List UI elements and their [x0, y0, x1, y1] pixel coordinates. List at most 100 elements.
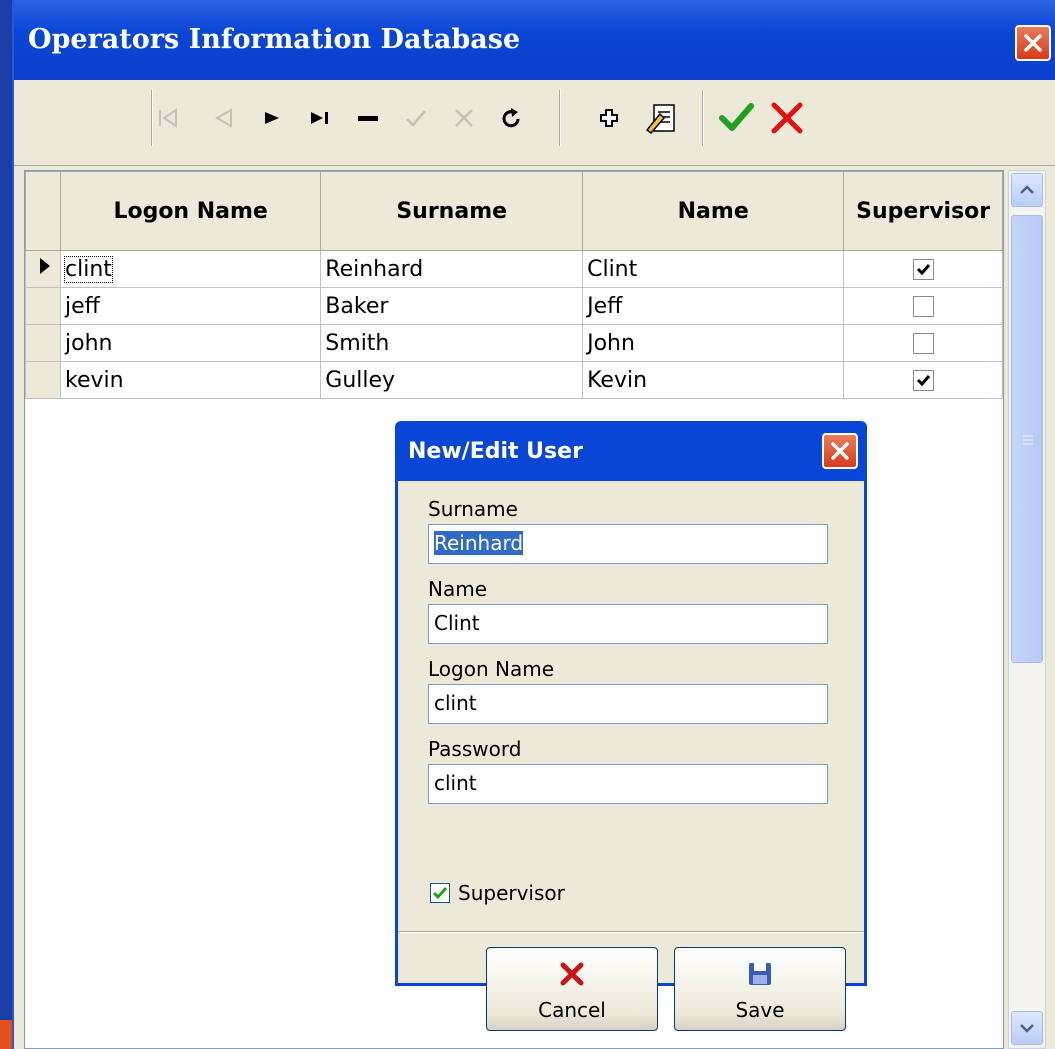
dialog-titlebar[interactable]: New/Edit User — [398, 421, 864, 481]
cell-name[interactable]: Kevin — [582, 361, 845, 399]
current-row-arrow-icon — [40, 258, 50, 274]
cancel-dialog-button[interactable]: Cancel — [486, 947, 658, 1031]
navigator-toolbar — [14, 80, 1055, 166]
floppy-disk-icon — [749, 963, 771, 985]
check-icon — [916, 375, 930, 387]
check-icon — [432, 887, 448, 900]
close-icon — [1024, 34, 1042, 52]
save-icon-wrap — [675, 960, 845, 988]
cell-supervisor[interactable] — [843, 250, 1003, 288]
column-header-supervisor[interactable]: Supervisor — [843, 171, 1003, 251]
window-close-button[interactable] — [1015, 25, 1051, 61]
cell-logon-name[interactable]: clint — [59, 250, 322, 288]
cell-logon-name[interactable]: jeff — [59, 287, 322, 325]
cell-surname[interactable]: Smith — [320, 324, 584, 362]
insert-record-button[interactable] — [589, 98, 629, 138]
window-titlebar[interactable]: Operators Information Database — [14, 0, 1055, 80]
cancel-label: Cancel — [538, 998, 606, 1022]
name-input[interactable]: Clint — [428, 604, 828, 644]
cell-name[interactable]: Jeff — [582, 287, 845, 325]
cell-supervisor[interactable] — [843, 361, 1003, 399]
cell-text: clint — [64, 255, 113, 283]
cancel-button[interactable] — [767, 98, 807, 138]
prior-record-button[interactable] — [204, 98, 244, 138]
supervisor-checkbox[interactable] — [912, 370, 934, 391]
grid-header-row: Logon Name Surname Name Supervisor — [25, 171, 1003, 251]
refresh-button[interactable] — [492, 98, 532, 138]
password-input[interactable]: clint — [428, 764, 828, 804]
save-label: Save — [735, 998, 785, 1022]
cell-surname[interactable]: Baker — [320, 287, 584, 325]
supervisor-checkbox-label[interactable]: Supervisor — [458, 881, 565, 905]
first-record-button[interactable] — [149, 98, 189, 138]
last-record-icon — [311, 112, 328, 124]
x-disabled-icon — [455, 109, 473, 127]
supervisor-checkbox[interactable] — [912, 333, 934, 354]
minus-icon — [358, 116, 378, 121]
column-header-name[interactable]: Name — [582, 171, 845, 251]
table-row[interactable]: jeff Baker Jeff — [25, 287, 1003, 325]
confirm-button[interactable] — [716, 98, 756, 138]
plus-icon — [600, 109, 618, 127]
surname-label: Surname — [428, 497, 518, 521]
cell-surname[interactable]: Gulley — [320, 361, 584, 399]
dialog-close-button[interactable] — [822, 433, 858, 469]
row-indicator[interactable] — [25, 287, 61, 325]
cancel-icon-wrap — [487, 960, 657, 988]
supervisor-checkbox[interactable] — [430, 883, 450, 903]
name-label: Name — [428, 577, 488, 601]
edit-document-icon — [645, 104, 675, 135]
table-row[interactable]: john Smith John — [25, 324, 1003, 362]
table-row[interactable]: clint Reinhard Clint — [25, 250, 1003, 288]
prior-record-icon — [214, 108, 232, 128]
post-edit-button[interactable] — [396, 98, 436, 138]
edit-record-button[interactable] — [642, 98, 682, 138]
column-header-logon-name[interactable]: Logon Name — [59, 171, 322, 251]
cell-name[interactable]: Clint — [582, 250, 845, 288]
red-x-icon — [771, 102, 803, 134]
window-title: Operators Information Database — [28, 24, 521, 55]
supervisor-checkbox[interactable] — [912, 296, 934, 317]
indicator-header — [25, 171, 61, 251]
surname-input[interactable]: Reinhard — [428, 524, 828, 564]
logon-name-label: Logon Name — [428, 657, 554, 681]
vertical-scrollbar[interactable] — [1008, 170, 1046, 1049]
cell-logon-name[interactable]: john — [59, 324, 322, 362]
column-header-surname[interactable]: Surname — [320, 171, 584, 251]
toolbar-separator — [702, 90, 704, 146]
check-icon — [916, 264, 930, 276]
surname-value: Reinhard — [434, 531, 524, 555]
cancel-edit-button[interactable] — [444, 98, 484, 138]
scroll-down-button[interactable] — [1011, 1011, 1043, 1045]
grip-icon — [1023, 435, 1033, 445]
operators-table: Logon Name Surname Name Supervisor clint… — [25, 171, 1003, 399]
chevron-up-icon — [1020, 185, 1034, 194]
cell-name[interactable]: John — [582, 324, 845, 362]
dialog-title: New/Edit User — [408, 439, 583, 464]
next-record-icon — [265, 112, 279, 124]
green-checkmark-icon — [719, 103, 754, 131]
dialog-body: Surname Reinhard Name Clint Logon Name c… — [398, 481, 864, 1031]
scroll-thumb[interactable] — [1011, 215, 1043, 663]
row-indicator[interactable] — [25, 250, 61, 288]
logon-name-input[interactable]: clint — [428, 684, 828, 724]
row-indicator[interactable] — [25, 324, 61, 362]
cell-surname[interactable]: Reinhard — [320, 250, 584, 288]
last-record-button[interactable] — [300, 98, 340, 138]
password-label: Password — [428, 737, 522, 761]
next-record-button[interactable] — [252, 98, 292, 138]
table-row[interactable]: kevin Gulley Kevin — [25, 361, 1003, 399]
chevron-down-icon — [1020, 1024, 1034, 1033]
dialog-separator — [398, 931, 864, 933]
delete-record-button[interactable] — [348, 98, 388, 138]
row-indicator[interactable] — [25, 361, 61, 399]
scroll-up-button[interactable] — [1011, 173, 1043, 207]
cell-logon-name[interactable]: kevin — [59, 361, 322, 399]
first-record-icon — [159, 108, 177, 128]
close-icon — [831, 442, 849, 460]
checkmark-disabled-icon — [406, 110, 426, 127]
cell-supervisor[interactable] — [843, 324, 1003, 362]
cell-supervisor[interactable] — [843, 287, 1003, 325]
save-dialog-button[interactable]: Save — [674, 947, 846, 1031]
supervisor-checkbox[interactable] — [912, 259, 934, 280]
